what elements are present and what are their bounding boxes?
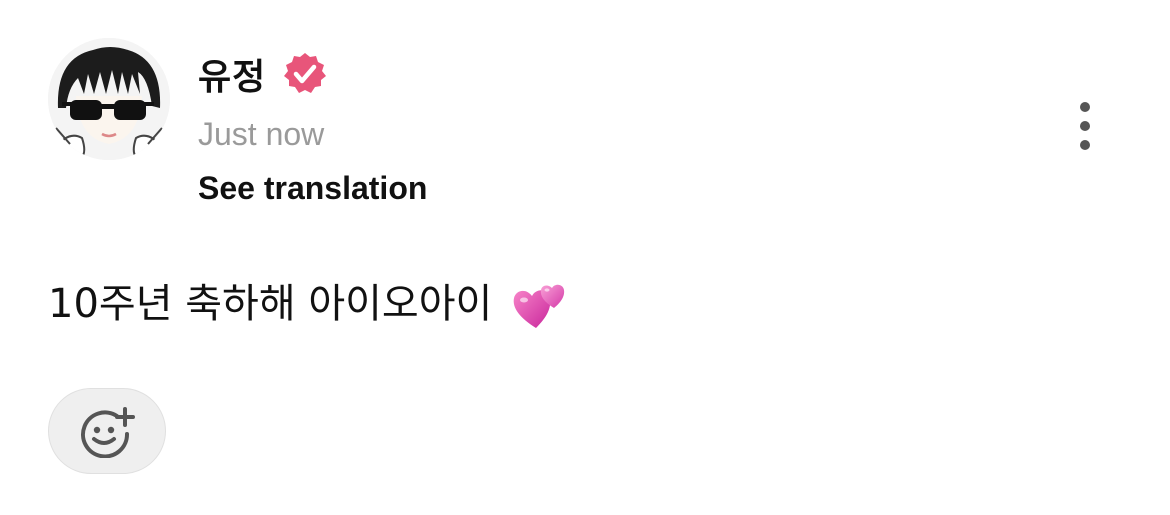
author-name[interactable]: 유정: [198, 48, 266, 100]
two-hearts-icon: [510, 278, 568, 330]
more-dot: [1080, 102, 1090, 112]
more-options-icon[interactable]: [1066, 96, 1106, 156]
verified-badge-icon: [282, 51, 328, 97]
more-dot: [1080, 140, 1090, 150]
post-timestamp: Just now: [198, 116, 325, 152]
post-card: 유정 Just now See translation 10주년 축하해 아이오…: [0, 0, 1170, 515]
post-text: 10주년 축하해 아이오아이: [48, 281, 493, 327]
avatar-image: [48, 38, 170, 160]
author-row: 유정: [198, 50, 427, 98]
add-reaction-icon: [81, 407, 135, 458]
more-dot: [1080, 121, 1090, 131]
avatar[interactable]: [48, 38, 170, 160]
see-translation-link[interactable]: See translation: [198, 170, 427, 206]
post-body: 10주년 축하해 아이오아이: [48, 278, 568, 330]
post-header: 유정 Just now See translation: [198, 50, 427, 206]
add-reaction-button[interactable]: [48, 388, 166, 474]
